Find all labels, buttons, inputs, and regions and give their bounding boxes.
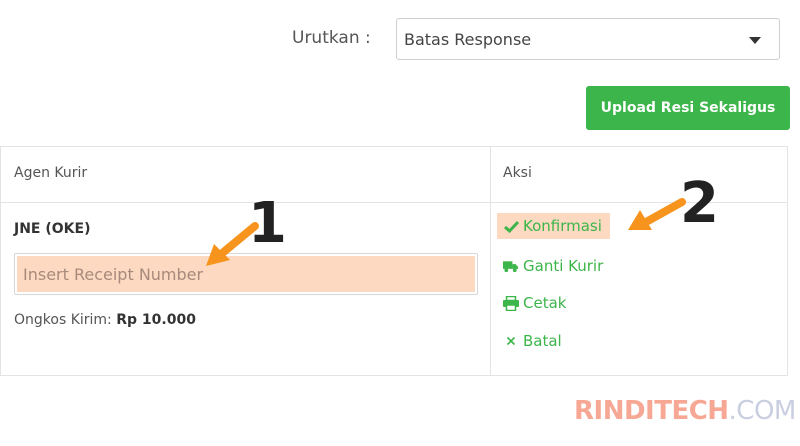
annotation-number-1: 1 — [248, 191, 287, 256]
confirm-action[interactable]: Konfirmasi — [497, 213, 610, 239]
sort-label: Urutkan : — [292, 28, 371, 48]
change-courier-action[interactable]: Ganti Kurir — [503, 257, 603, 275]
column-header-agent: Agen Kurir — [14, 165, 88, 181]
sort-selected-value: Batas Response — [404, 30, 532, 49]
upload-receipts-button[interactable]: Upload Resi Sekaligus — [586, 86, 790, 130]
shipping-cost: Ongkos Kirim: Rp 10.000 — [14, 312, 196, 328]
print-action[interactable]: Cetak — [503, 294, 566, 312]
shipping-cost-value: Rp 10.000 — [116, 312, 196, 328]
times-icon — [503, 333, 519, 349]
column-divider — [490, 147, 491, 375]
print-label: Cetak — [523, 294, 567, 312]
annotation-number-2: 2 — [680, 171, 719, 236]
change-courier-label: Ganti Kurir — [523, 257, 604, 275]
annotation-arrow-2 — [628, 198, 686, 230]
confirm-label: Konfirmasi — [523, 217, 602, 235]
truck-icon — [503, 258, 519, 274]
watermark: RINDITECH.COM — [574, 396, 796, 426]
cancel-label: Batal — [523, 332, 562, 350]
order-table: Agen Kurir Aksi JNE (OKE) Ongkos Kirim: … — [0, 146, 788, 376]
watermark-domain: .COM — [728, 396, 797, 426]
sort-select[interactable]: Batas Response — [396, 18, 780, 60]
shipping-cost-label: Ongkos Kirim: — [14, 312, 112, 328]
printer-icon — [503, 295, 519, 311]
watermark-brand: RINDITECH — [574, 396, 729, 426]
courier-name: JNE (OKE) — [14, 221, 91, 237]
cancel-action[interactable]: Batal — [503, 332, 562, 350]
caret-down-icon — [749, 37, 761, 44]
check-icon — [503, 218, 519, 234]
column-header-action: Aksi — [503, 165, 532, 181]
